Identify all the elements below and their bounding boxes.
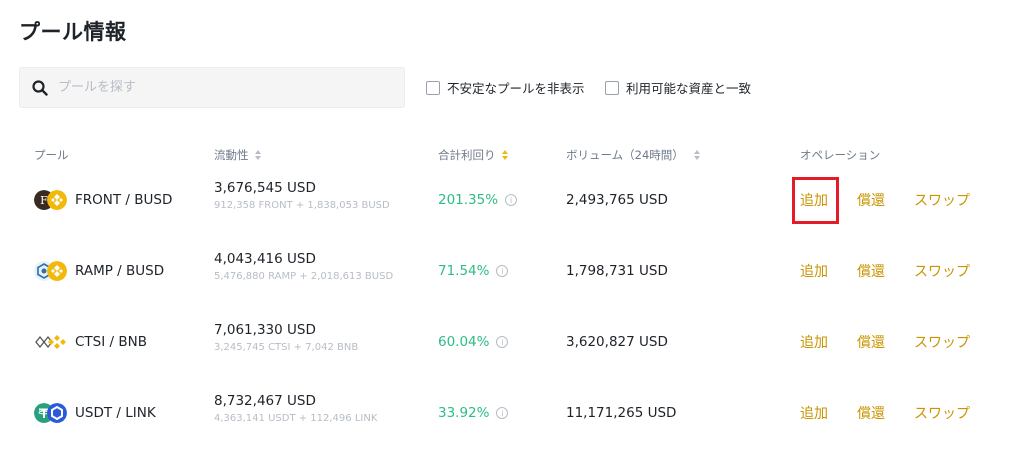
pool-pair: CTSI / BNB bbox=[34, 312, 147, 372]
swap-button[interactable]: スワップ bbox=[914, 170, 970, 230]
column-header-apr[interactable]: 合計利回り bbox=[438, 147, 508, 163]
liquidity-cell: 4,043,416 USD 5,476,880 RAMP + 2,018,613… bbox=[214, 251, 393, 282]
swap-button[interactable]: スワップ bbox=[914, 241, 970, 301]
apr-value: 60.04% bbox=[438, 334, 490, 350]
pair-label: FRONT / BUSD bbox=[75, 192, 173, 208]
liquidity-value: 4,043,416 USD bbox=[214, 251, 316, 267]
sort-active-icon[interactable] bbox=[501, 150, 508, 160]
liquidity-detail: 3,245,745 CTSI + 7,042 BNB bbox=[214, 342, 359, 353]
link-coin-icon bbox=[47, 403, 67, 423]
search-icon bbox=[32, 79, 48, 96]
pool-pair: USDT / LINK bbox=[34, 383, 156, 443]
pool-pair: RAMP / BUSD bbox=[34, 241, 164, 301]
pair-label: CTSI / BNB bbox=[75, 334, 147, 350]
add-button[interactable]: 追加 bbox=[800, 383, 828, 443]
table-row: CTSI / BNB 7,061,330 USD 3,245,745 CTSI … bbox=[0, 312, 1024, 372]
column-header-volume[interactable]: ボリューム（24時間） bbox=[566, 147, 700, 163]
liquidity-cell: 8,732,467 USD 4,363,141 USDT + 112,496 L… bbox=[214, 393, 377, 424]
info-icon[interactable]: i bbox=[496, 407, 509, 419]
redeem-button[interactable]: 償還 bbox=[857, 383, 885, 443]
liquidity-detail: 912,358 FRONT + 1,838,053 BUSD bbox=[214, 200, 390, 211]
info-icon[interactable]: i bbox=[505, 194, 518, 206]
pair-label: RAMP / BUSD bbox=[75, 263, 165, 279]
info-icon[interactable]: i bbox=[496, 336, 509, 348]
liquidity-value: 7,061,330 USD bbox=[214, 322, 316, 338]
volume-value: 2,493,765 USD bbox=[566, 192, 668, 208]
apr-value: 201.35% bbox=[438, 192, 499, 208]
add-button[interactable]: 追加 bbox=[800, 241, 828, 301]
liquidity-cell: 3,676,545 USD 912,358 FRONT + 1,838,053 … bbox=[214, 180, 390, 211]
checkbox-label: 利用可能な資産と一致 bbox=[626, 81, 752, 96]
redeem-button[interactable]: 償還 bbox=[857, 241, 885, 301]
bnb-coin-icon bbox=[48, 335, 66, 349]
checkbox-box[interactable] bbox=[426, 80, 440, 95]
volume-value: 11,171,265 USD bbox=[566, 405, 677, 421]
highlight-box bbox=[792, 177, 839, 224]
apr-cell: 201.35% i bbox=[438, 170, 518, 230]
table-row: USDT / LINK 8,732,467 USD 4,363,141 USDT… bbox=[0, 383, 1024, 443]
busd-coin-icon bbox=[47, 261, 67, 281]
pair-label: USDT / LINK bbox=[75, 405, 156, 421]
swap-button[interactable]: スワップ bbox=[914, 383, 970, 443]
liquidity-value: 8,732,467 USD bbox=[214, 393, 316, 409]
busd-coin-icon bbox=[47, 190, 67, 210]
column-header-liquidity[interactable]: 流動性 bbox=[214, 147, 261, 163]
apr-cell: 33.92% i bbox=[438, 383, 509, 443]
apr-cell: 60.04% i bbox=[438, 312, 509, 372]
page-title: プール情報 bbox=[19, 20, 127, 44]
apr-value: 33.92% bbox=[438, 405, 490, 421]
table-row: F FRONT / BUSD 3,676,545 USD 912,358 FRO… bbox=[0, 170, 1024, 230]
liquidity-detail: 4,363,141 USDT + 112,496 LINK bbox=[214, 413, 378, 424]
liquidity-detail: 5,476,880 RAMP + 2,018,613 BUSD bbox=[214, 271, 394, 282]
column-header-operations: オペレーション bbox=[800, 148, 881, 162]
volume-value: 3,620,827 USD bbox=[566, 334, 668, 350]
info-icon[interactable]: i bbox=[496, 265, 509, 277]
search-input[interactable] bbox=[58, 80, 378, 95]
add-button[interactable]: 追加 bbox=[800, 312, 828, 372]
table-row: RAMP / BUSD 4,043,416 USD 5,476,880 RAMP… bbox=[0, 241, 1024, 301]
volume-value: 1,798,731 USD bbox=[566, 263, 668, 279]
redeem-button[interactable]: 償還 bbox=[857, 170, 885, 230]
match-available-assets-checkbox[interactable]: 利用可能な資産と一致 bbox=[605, 78, 751, 97]
sort-icon[interactable] bbox=[254, 150, 261, 160]
liquidity-cell: 7,061,330 USD 3,245,745 CTSI + 7,042 BNB bbox=[214, 322, 358, 353]
column-header-pool: プール bbox=[34, 148, 69, 162]
sort-icon[interactable] bbox=[693, 150, 700, 160]
pool-pair: F FRONT / BUSD bbox=[34, 170, 172, 230]
redeem-button[interactable]: 償還 bbox=[857, 312, 885, 372]
search-box[interactable] bbox=[19, 67, 405, 108]
hide-unstable-pools-checkbox[interactable]: 不安定なプールを非表示 bbox=[426, 78, 585, 97]
apr-value: 71.54% bbox=[438, 263, 490, 279]
swap-button[interactable]: スワップ bbox=[914, 312, 970, 372]
apr-cell: 71.54% i bbox=[438, 241, 509, 301]
liquidity-value: 3,676,545 USD bbox=[214, 180, 316, 196]
checkbox-label: 不安定なプールを非表示 bbox=[447, 81, 585, 96]
checkbox-box[interactable] bbox=[605, 80, 619, 95]
